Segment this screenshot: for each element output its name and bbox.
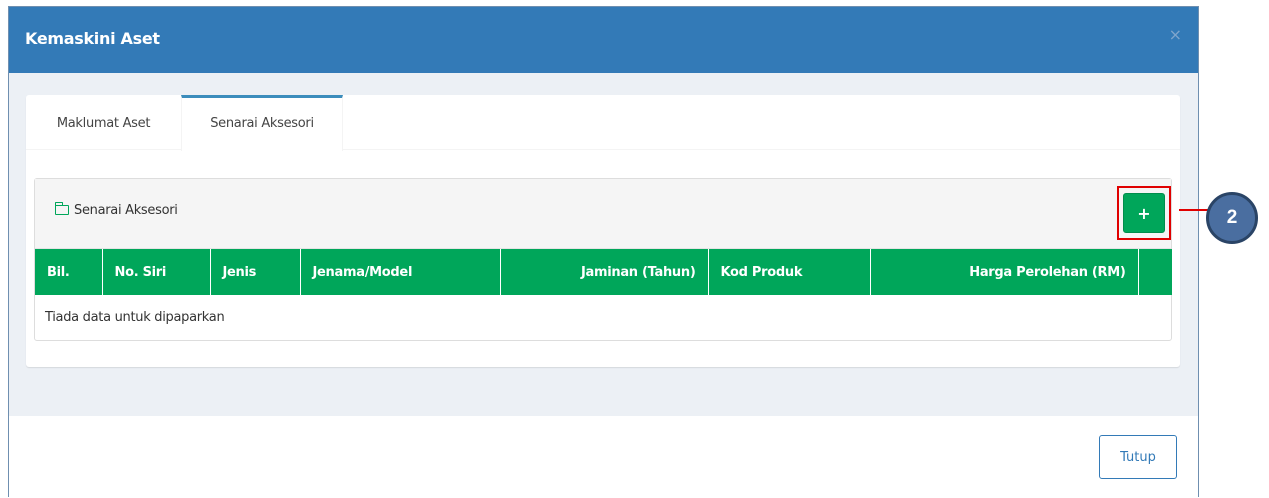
col-jenama-model[interactable]: Jenama/Model — [300, 249, 501, 295]
col-jenis[interactable]: Jenis — [210, 249, 301, 295]
callout-connector — [1179, 209, 1209, 211]
close-button[interactable]: Tutup — [1099, 435, 1177, 479]
tab-bar: Maklumat Aset Senarai Aksesori — [26, 95, 1180, 151]
table-row: Tiada data untuk dipaparkan — [35, 295, 1172, 340]
col-jaminan[interactable]: Jaminan (Tahun) — [500, 249, 709, 295]
modal-body: Maklumat Aset Senarai Aksesori Senarai A… — [9, 73, 1198, 416]
col-kod-produk[interactable]: Kod Produk — [708, 249, 871, 295]
folder-icon — [54, 202, 69, 215]
col-actions — [1138, 249, 1172, 295]
panel-title: Senarai Aksesori — [54, 202, 178, 218]
accessory-table: Bil. No. Siri Jenis Jenama/Model Jaminan… — [35, 249, 1172, 340]
highlight-box — [1117, 186, 1171, 240]
col-bil[interactable]: Bil. — [35, 249, 103, 295]
col-no-siri[interactable]: No. Siri — [102, 249, 211, 295]
tab-box: Maklumat Aset Senarai Aksesori Senarai A… — [26, 95, 1180, 367]
table-header-row: Bil. No. Siri Jenis Jenama/Model Jaminan… — [35, 249, 1172, 295]
modal-header: Kemaskini Aset × — [9, 7, 1198, 73]
tab-maklumat-aset[interactable]: Maklumat Aset — [26, 95, 181, 150]
col-harga-perolehan[interactable]: Harga Perolehan (RM) — [870, 249, 1139, 295]
panel-heading: Senarai Aksesori + — [35, 179, 1171, 249]
callout-badge: 2 — [1206, 192, 1258, 244]
update-asset-modal: Kemaskini Aset × Maklumat Aset Senarai A… — [8, 6, 1199, 498]
close-icon[interactable]: × — [1169, 25, 1182, 44]
panel-title-text: Senarai Aksesori — [74, 203, 178, 218]
empty-message: Tiada data untuk dipaparkan — [45, 310, 225, 325]
modal-footer: Tutup — [9, 416, 1198, 498]
tab-senarai-aksesori[interactable]: Senarai Aksesori — [181, 95, 343, 151]
modal-title: Kemaskini Aset — [25, 29, 160, 48]
accessory-panel: Senarai Aksesori + Bil. No. Siri Jenis J… — [34, 178, 1172, 341]
